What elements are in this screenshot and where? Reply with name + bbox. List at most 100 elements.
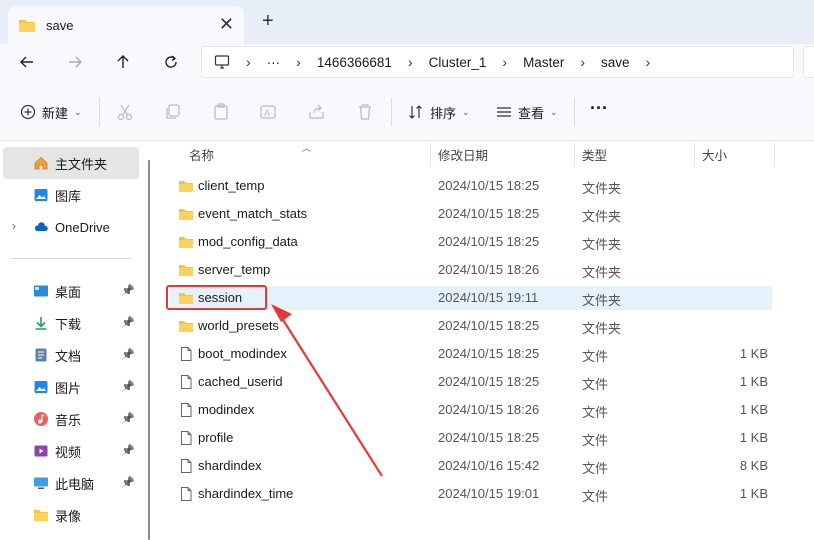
- chevron-right-icon: ›: [502, 54, 508, 70]
- chevron-down-icon: ⌄: [550, 106, 558, 117]
- sidebar-item-label: 此电脑: [55, 476, 95, 492]
- file-name: client_temp: [198, 178, 265, 193]
- sort-ascending-icon: ︿: [302, 143, 312, 153]
- divider: [391, 98, 392, 126]
- sidebar-divider: [10, 258, 132, 259]
- sort-icon: [409, 105, 422, 119]
- file-row[interactable]: event_match_stats 2024/10/15 18:25 文件夹: [170, 202, 772, 226]
- sidebar-item-label: 音乐: [55, 412, 82, 428]
- file-row[interactable]: client_temp 2024/10/15 18:25 文件夹: [170, 174, 772, 198]
- refresh-icon: [165, 55, 177, 68]
- paste-icon[interactable]: [211, 102, 231, 122]
- close-tab-icon[interactable]: ✕: [219, 15, 234, 33]
- file-row[interactable]: world_presets 2024/10/15 18:25 文件夹: [170, 314, 772, 338]
- cut-icon[interactable]: [115, 102, 135, 122]
- delete-icon[interactable]: [355, 102, 375, 122]
- sidebar-item-label: 图库: [55, 188, 82, 204]
- breadcrumb-ellipsis[interactable]: ···: [267, 55, 281, 70]
- file-name: world_presets: [198, 318, 279, 333]
- sidebar-scrollbar-thumb[interactable]: [148, 160, 150, 540]
- refresh-button[interactable]: [157, 48, 185, 76]
- sidebar-item[interactable]: 此电脑 📌: [3, 467, 139, 499]
- file-row[interactable]: shardindex 2024/10/16 15:42 文件 8 KB: [170, 454, 772, 478]
- forward-button[interactable]: [61, 48, 89, 76]
- divider: [574, 98, 575, 126]
- copy-icon[interactable]: [163, 102, 183, 122]
- divider: [99, 98, 100, 126]
- file-row[interactable]: boot_modindex 2024/10/15 18:25 文件 1 KB: [170, 342, 772, 366]
- column-divider[interactable]: [574, 143, 575, 167]
- breadcrumb-item[interactable]: Cluster_1: [429, 55, 487, 70]
- sidebar-item[interactable]: 图片 📌: [3, 371, 139, 403]
- sidebar-item[interactable]: 视频 📌: [3, 435, 139, 467]
- breadcrumb-item[interactable]: Master: [523, 55, 564, 70]
- file-row[interactable]: mod_config_data 2024/10/15 18:25 文件夹: [170, 230, 772, 254]
- file-name: shardindex_time: [198, 486, 294, 501]
- new-label: 新建: [42, 105, 69, 121]
- cloud-icon: [33, 219, 49, 235]
- file-icon: [178, 402, 194, 418]
- address-row: › ··· › 1466366681 › Cluster_1 › Master …: [0, 44, 814, 80]
- column-header-size[interactable]: 大小: [702, 141, 727, 168]
- sidebar-item[interactable]: 主文件夹: [3, 147, 139, 179]
- file-row[interactable]: modindex 2024/10/15 18:26 文件 1 KB: [170, 398, 772, 422]
- file-date: 2024/10/15 18:25: [438, 346, 540, 361]
- breadcrumb-item[interactable]: 1466366681: [317, 55, 392, 70]
- file-name: event_match_stats: [198, 206, 308, 221]
- file-date: 2024/10/15 18:26: [438, 402, 540, 417]
- new-tab-button[interactable]: +: [262, 11, 274, 31]
- file-row[interactable]: cached_userid 2024/10/15 18:25 文件 1 KB: [170, 370, 772, 394]
- sidebar-item[interactable]: 下载 📌: [3, 307, 139, 339]
- sidebar-item[interactable]: 音乐 📌: [3, 403, 139, 435]
- pin-icon: 📌: [121, 445, 135, 457]
- column-divider[interactable]: [430, 143, 431, 167]
- share-icon[interactable]: [307, 102, 327, 122]
- sidebar-item[interactable]: 桌面 📌: [3, 275, 139, 307]
- file-type: 文件: [582, 433, 609, 448]
- folder-icon: [178, 318, 194, 334]
- tab-save[interactable]: save ✕: [8, 6, 244, 44]
- document-icon: [33, 347, 49, 363]
- column-header-name[interactable]: 名称: [189, 141, 214, 168]
- file-size: 1 KB: [739, 346, 768, 361]
- file-date: 2024/10/15 19:01: [438, 486, 540, 501]
- sidebar-item-label: 录像: [55, 508, 82, 524]
- search-box[interactable]: [803, 46, 814, 78]
- file-row[interactable]: server_temp 2024/10/15 18:26 文件夹: [170, 258, 772, 282]
- more-options-button[interactable]: ···: [590, 96, 608, 120]
- column-header-date[interactable]: 修改日期: [438, 141, 488, 168]
- up-button[interactable]: [109, 48, 137, 76]
- chevron-right-icon: ›: [246, 54, 251, 70]
- command-bar: 新建 ⌄ A 排序 ⌄ 查看 ⌄ ···: [0, 80, 814, 141]
- sidebar-item[interactable]: 图库: [3, 179, 139, 211]
- back-button[interactable]: [13, 48, 41, 76]
- file-name: shardindex: [198, 458, 262, 473]
- sidebar-item[interactable]: OneDrive: [3, 211, 139, 243]
- sidebar-item[interactable]: 文档 📌: [3, 339, 139, 371]
- navigation-pane: 主文件夹 图库 OneDrive › 桌面 📌 下载 📌 文档 📌 图片 📌 音乐 📌 视频 📌 此电脑 📌 录像: [0, 141, 146, 540]
- file-name: profile: [198, 430, 234, 445]
- view-button[interactable]: 查看 ⌄: [496, 100, 558, 124]
- file-icon: [178, 430, 194, 446]
- sidebar-item-label: 桌面: [55, 284, 82, 300]
- column-divider[interactable]: [694, 143, 695, 167]
- chevron-right-icon[interactable]: ›: [646, 54, 651, 70]
- column-divider[interactable]: [774, 143, 775, 167]
- new-button[interactable]: 新建 ⌄: [20, 100, 82, 124]
- folder-icon: [178, 206, 194, 222]
- file-row[interactable]: profile 2024/10/15 18:25 文件 1 KB: [170, 426, 772, 450]
- file-name: mod_config_data: [198, 234, 298, 249]
- file-row[interactable]: shardindex_time 2024/10/15 19:01 文件 1 KB: [170, 482, 772, 506]
- file-type: 文件: [582, 489, 609, 504]
- folder-icon: [19, 20, 35, 32]
- chevron-right-icon[interactable]: ›: [12, 219, 16, 233]
- rename-icon[interactable]: A: [259, 102, 279, 122]
- address-bar[interactable]: › ··· › 1466366681 › Cluster_1 › Master …: [201, 46, 794, 78]
- breadcrumb-item[interactable]: save: [601, 55, 630, 70]
- file-date: 2024/10/15 18:25: [438, 234, 540, 249]
- sort-button[interactable]: 排序 ⌄: [408, 100, 470, 124]
- download-icon: [33, 315, 49, 331]
- column-header-type[interactable]: 类型: [582, 141, 607, 168]
- svg-text:A: A: [264, 109, 271, 119]
- sidebar-item[interactable]: 录像: [3, 499, 139, 531]
